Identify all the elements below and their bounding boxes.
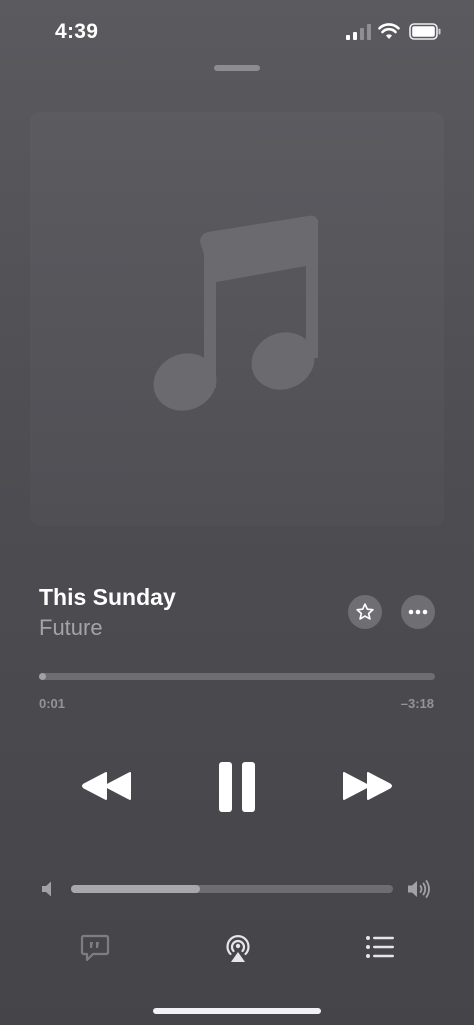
pause-button[interactable]: [212, 759, 262, 815]
more-button[interactable]: [401, 595, 435, 629]
rewind-icon: [82, 772, 131, 800]
playback-scrubber[interactable]: [39, 673, 435, 680]
home-indicator[interactable]: [153, 1008, 321, 1014]
cellular-signal-icon: [346, 24, 371, 40]
queue-list-icon[interactable]: [365, 935, 395, 959]
battery-icon: [409, 23, 441, 40]
wifi-icon: [378, 23, 400, 39]
volume-max-icon: [408, 880, 430, 898]
song-title: This Sunday: [39, 584, 176, 610]
music-note-icon: [153, 215, 318, 411]
sheet-grabber[interactable]: [214, 65, 260, 71]
remaining-time: –3:18: [400, 696, 434, 711]
volume-min-icon: [42, 881, 51, 897]
playback-progress-fill: [39, 673, 46, 680]
artist-name[interactable]: Future: [39, 615, 103, 641]
airplay-icon[interactable]: [222, 932, 254, 964]
lyrics-icon[interactable]: [80, 934, 110, 962]
fast-forward-button[interactable]: [338, 766, 396, 806]
rewind-button[interactable]: [78, 766, 136, 806]
fast-forward-icon: [343, 772, 392, 800]
volume-level-fill: [71, 885, 200, 893]
status-time: 4:39: [55, 20, 99, 43]
ellipsis-icon: [408, 609, 428, 615]
favorite-button[interactable]: [348, 595, 382, 629]
elapsed-time: 0:01: [39, 696, 66, 711]
album-artwork: [30, 112, 444, 526]
pause-icon: [219, 762, 255, 812]
star-icon: [356, 603, 374, 620]
